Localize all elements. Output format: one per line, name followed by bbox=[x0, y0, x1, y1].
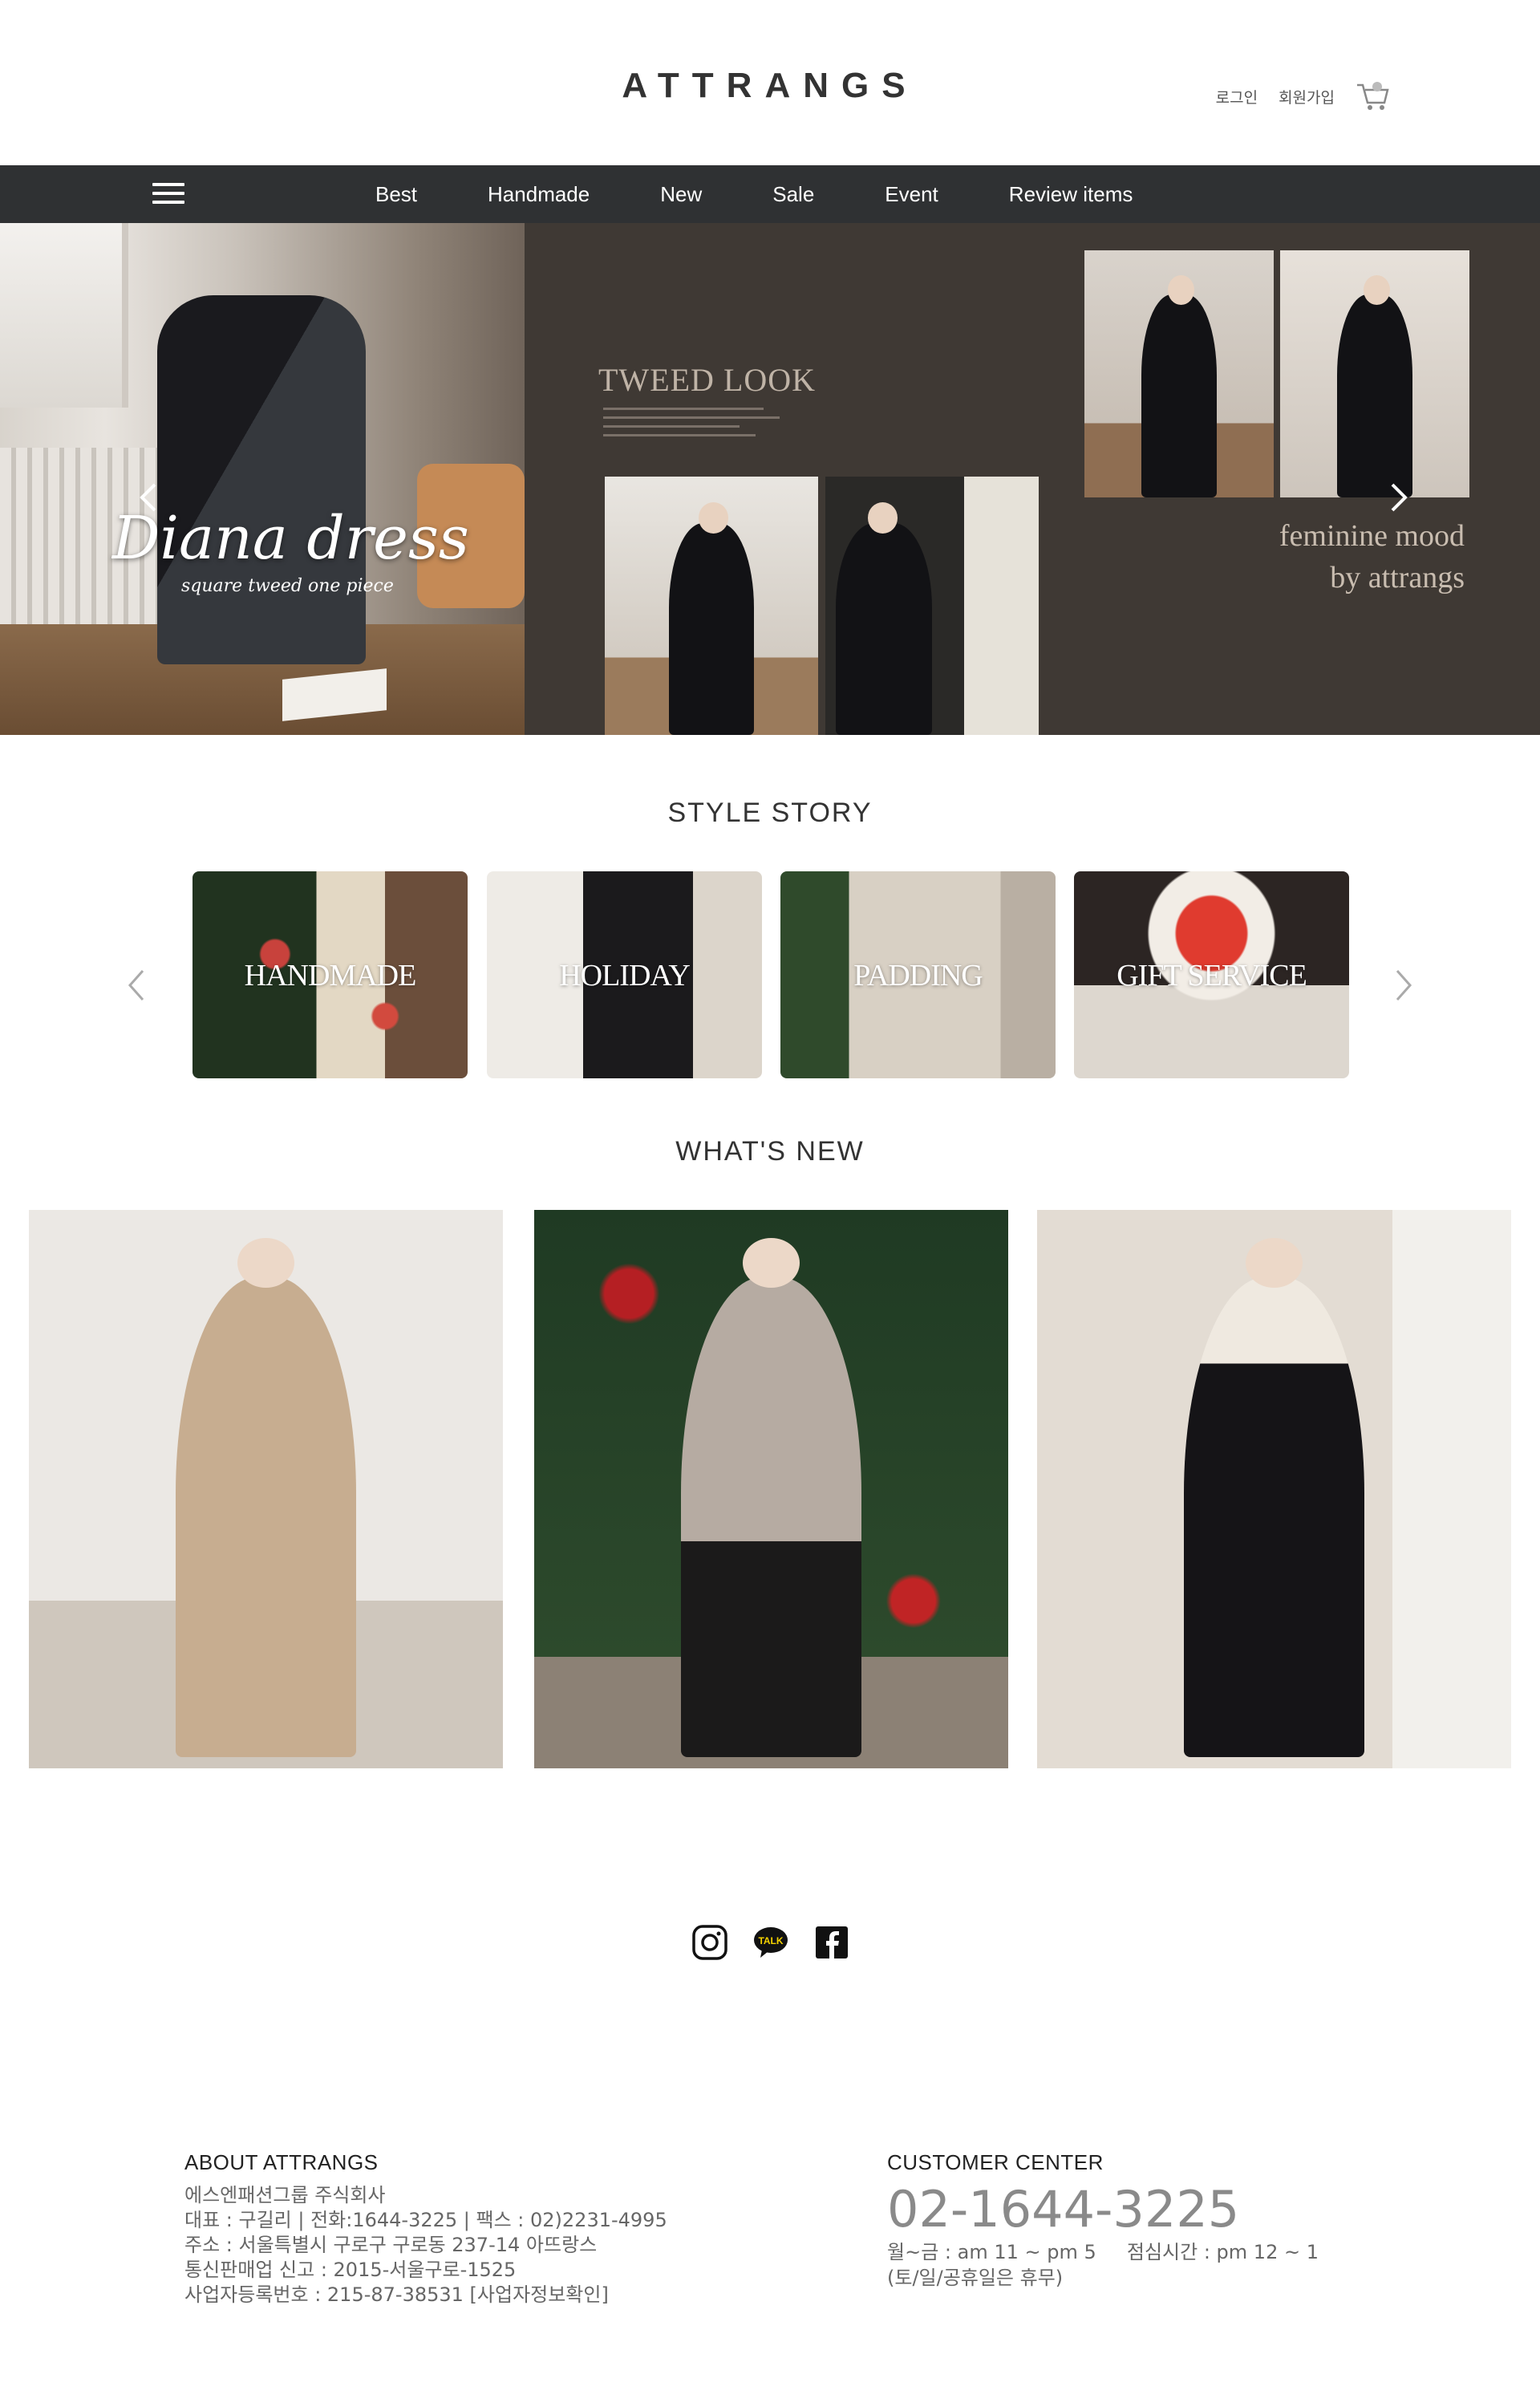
site-header: ATTRANGS 로그인 회원가입 bbox=[0, 0, 1540, 165]
story-card-label: GIFT SERVICE bbox=[1116, 959, 1307, 992]
signup-link[interactable]: 회원가입 bbox=[1279, 86, 1335, 108]
hero-photo-1 bbox=[605, 477, 818, 735]
story-card-holiday[interactable]: HOLIDAY bbox=[487, 871, 762, 1078]
facebook-icon[interactable] bbox=[813, 1924, 850, 1961]
company-name: 에스엔패션그룹 주식회사 bbox=[184, 2184, 386, 2206]
nav-item-best[interactable]: Best bbox=[375, 182, 417, 207]
dress-image bbox=[157, 295, 366, 664]
style-story-title: STYLE STORY bbox=[667, 798, 873, 828]
hero-subtitle: square tweed one piece bbox=[181, 576, 394, 596]
nav-items: Best Handmade New Sale Event Review item… bbox=[375, 165, 1203, 223]
nav-item-sale[interactable]: Sale bbox=[772, 182, 814, 207]
nav-item-event[interactable]: Event bbox=[885, 182, 938, 207]
business-registration[interactable]: 사업자등록번호 : 215-87-38531 [사업자정보확인] bbox=[184, 2283, 667, 2308]
hero-photo-4 bbox=[1280, 250, 1469, 497]
story-next-chevron-icon[interactable] bbox=[1388, 966, 1420, 1005]
customer-center-phone[interactable]: 02-1644-3225 bbox=[887, 2180, 1319, 2239]
customer-center-title: CUSTOMER CENTER bbox=[887, 2150, 1104, 2174]
feminine-mood-text: feminine mood by attrangs bbox=[1279, 515, 1465, 599]
nav-item-handmade[interactable]: Handmade bbox=[488, 182, 590, 207]
hero-photo-3 bbox=[1084, 250, 1274, 497]
customer-center-holiday: (토/일/공휴일은 휴무) bbox=[887, 2267, 1064, 2289]
social-links: TALK bbox=[691, 1924, 850, 1961]
nav-item-review-items[interactable]: Review items bbox=[1009, 182, 1133, 207]
new-product-1[interactable] bbox=[29, 1210, 503, 1768]
story-card-label: HOLIDAY bbox=[559, 959, 691, 992]
top-links: 로그인 회원가입 bbox=[1216, 80, 1391, 112]
new-product-3[interactable] bbox=[1037, 1210, 1511, 1768]
whats-new-title: WHAT'S NEW bbox=[675, 1136, 865, 1167]
new-product-2[interactable] bbox=[534, 1210, 1008, 1768]
about-title: ABOUT ATTRANGS bbox=[184, 2150, 379, 2174]
mail-order-registration: 통신판매업 신고 : 2015-서울구로-1525 bbox=[184, 2259, 517, 2281]
kakaotalk-icon[interactable]: TALK bbox=[752, 1924, 789, 1961]
story-card-padding[interactable]: PADDING bbox=[780, 871, 1056, 1078]
tweed-look-title: TWEED LOOK bbox=[598, 362, 817, 398]
hero-right-panel: TWEED LOOK feminine mood by attrangs bbox=[525, 223, 1540, 735]
tweed-small-text bbox=[603, 408, 788, 443]
customer-center-hours: 월~금 : am 11 ~ pm 5 점심시간 : pm 12 ~ 1 bbox=[887, 2241, 1319, 2263]
hero-prev-arrow-icon[interactable] bbox=[132, 480, 168, 515]
cart-icon[interactable] bbox=[1356, 80, 1391, 112]
login-link[interactable]: 로그인 bbox=[1216, 86, 1258, 108]
footer-customer-center: CUSTOMER CENTER 02-1644-3225 월~금 : am 11… bbox=[887, 2150, 1319, 2291]
story-card-gift-service[interactable]: GIFT SERVICE bbox=[1074, 871, 1349, 1078]
kakaotalk-label: TALK bbox=[758, 1935, 783, 1946]
feminine-line-1: feminine mood bbox=[1279, 519, 1465, 553]
hamburger-menu-icon[interactable] bbox=[152, 183, 184, 207]
story-card-handmade[interactable]: HANDMADE bbox=[192, 871, 468, 1078]
story-prev-chevron-icon[interactable] bbox=[120, 966, 152, 1005]
story-card-label: PADDING bbox=[853, 959, 983, 992]
company-contact: 대표 : 구길리 | 전화:1644-3225 | 팩스 : 02)2231-4… bbox=[184, 2209, 667, 2231]
instagram-icon[interactable] bbox=[691, 1924, 728, 1961]
main-nav: Best Handmade New Sale Event Review item… bbox=[0, 165, 1540, 223]
feminine-line-2: by attrangs bbox=[1330, 561, 1465, 595]
hero-left-image bbox=[0, 223, 525, 735]
hero-next-arrow-icon[interactable] bbox=[1380, 480, 1415, 515]
nav-item-new[interactable]: New bbox=[660, 182, 702, 207]
story-card-label: HANDMADE bbox=[244, 959, 417, 992]
hero-photo-2 bbox=[825, 477, 1039, 735]
company-address: 주소 : 서울특별시 구로구 구로동 237-14 아뜨랑스 bbox=[184, 2234, 598, 2256]
footer-about: ABOUT ATTRANGS 에스엔패션그룹 주식회사 대표 : 구길리 | 전… bbox=[184, 2150, 667, 2308]
hero-banner[interactable]: Diana dress square tweed one piece TWEED… bbox=[0, 223, 1540, 735]
